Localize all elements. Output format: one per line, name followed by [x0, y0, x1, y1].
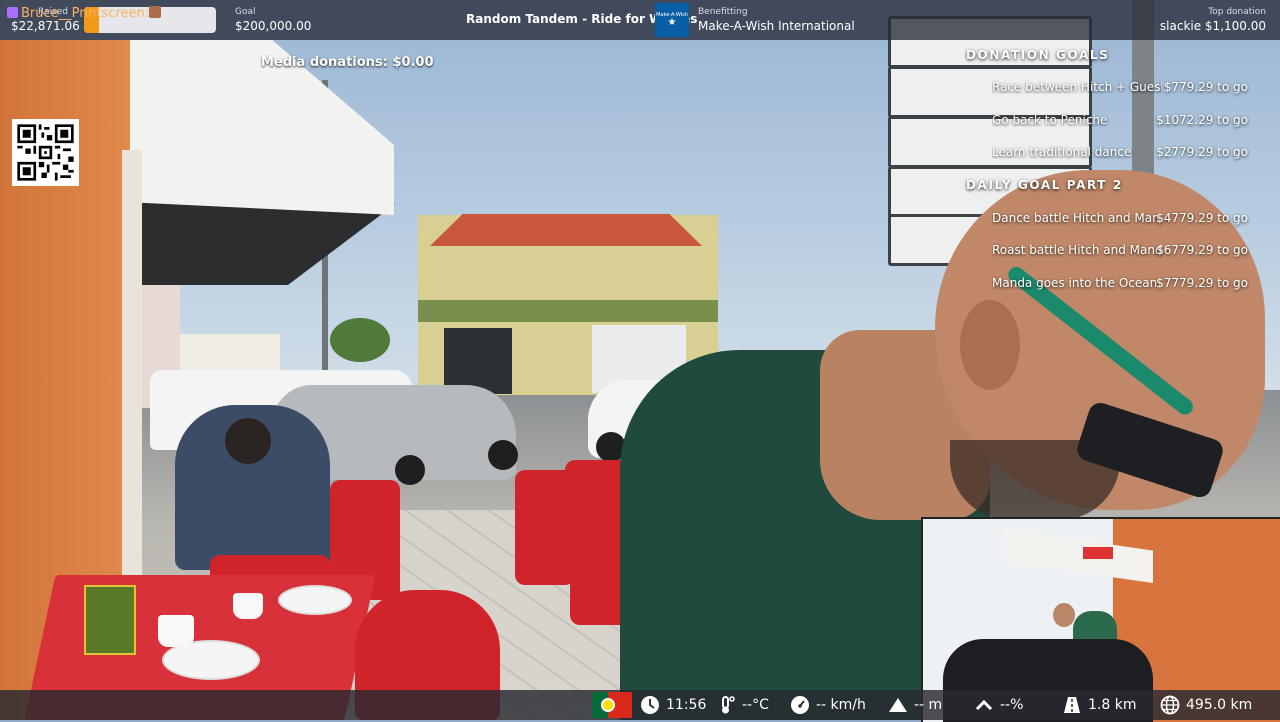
goal-item: Dance battle Hitch and Man... $4779.29 t…	[966, 211, 1266, 244]
road-icon	[1062, 695, 1082, 715]
goal-amount: $4779.29 to go	[1156, 210, 1248, 225]
cup	[233, 593, 263, 619]
daily-goal-heading: DAILY GOAL PART 2	[966, 177, 1123, 192]
altitude-value: -- m	[914, 697, 943, 713]
walk-distance-value: 1.8 km	[1088, 697, 1137, 713]
top-donation-label: Top donation	[1208, 7, 1266, 17]
top-donation-value: slackie $1,100.00	[1159, 19, 1266, 33]
goal-value: $200,000.00	[235, 19, 312, 33]
thermometer-icon	[716, 695, 736, 715]
total-distance-value: 495.0 km	[1186, 697, 1253, 713]
walk-distance-readout: 1.8 km	[1062, 690, 1136, 720]
media-donations: Media donations: $0.00	[261, 55, 434, 70]
star-icon: ★	[667, 17, 677, 28]
goal-item: Roast battle Hitch and Manda $6779.29 to…	[966, 243, 1266, 276]
goal-label: Goal	[235, 7, 256, 17]
speed-readout: -- km/h	[790, 690, 866, 720]
inset-person-head	[1053, 603, 1075, 627]
donation-top-bar: Raised $22,871.06 Goal $200,000.00 Rando…	[0, 0, 1280, 40]
incline-value: --%	[1000, 697, 1024, 713]
building-balcony	[418, 300, 718, 322]
temperature-readout: --°C	[716, 690, 769, 720]
tree	[330, 318, 390, 362]
qr-code-icon[interactable]	[12, 119, 79, 186]
incline-icon	[974, 695, 994, 715]
make-a-wish-logo: Make-A-Wish ★	[655, 3, 689, 37]
globe-icon	[1160, 695, 1180, 715]
donation-goals-heading: DONATION GOALS	[966, 48, 1110, 62]
cup	[158, 615, 194, 647]
speedometer-icon	[790, 695, 810, 715]
wheel	[488, 440, 518, 470]
goal-name: Go back to Peniche	[992, 112, 1108, 127]
wheel	[395, 455, 425, 485]
goal-item: Race between Hitch + Guest $779.29 to go	[966, 80, 1266, 113]
goal-amount: $779.29 to go	[1163, 80, 1248, 94]
flag-emblem	[601, 698, 615, 712]
goal-stat: Goal $200,000.00	[235, 7, 311, 34]
building-roof	[430, 214, 702, 246]
goal-item: Learn traditional dance $2779.29 to go	[966, 145, 1266, 178]
altitude-readout: -- m	[888, 690, 942, 720]
chat-message: Bruce__Printscreen:	[7, 6, 162, 21]
portugal-flag-icon	[592, 692, 632, 718]
donation-goals-panel: DONATION GOALS Race between Hitch + Gues…	[966, 48, 1266, 308]
inset-shop-sign	[1083, 547, 1113, 559]
goal-amount: $7779.29 to go	[1156, 275, 1248, 290]
benefitting-stat: Benefitting Make-A-Wish International	[698, 7, 855, 34]
goal-name: Learn traditional dance	[992, 145, 1132, 159]
twitch-badge-icon	[7, 7, 18, 18]
charity-name: Make-A-Wish International	[698, 19, 855, 33]
goal-name: Race between Hitch + Guest	[992, 80, 1162, 94]
goal-name: Manda goes into the Ocean	[992, 275, 1158, 290]
person-head	[225, 418, 271, 464]
goal-amount: $2779.29 to go	[1156, 145, 1248, 159]
speed-value: -- km/h	[816, 697, 866, 713]
goal-name: Roast battle Hitch and Manda	[992, 243, 1162, 257]
goal-name: Dance battle Hitch and Man...	[992, 210, 1162, 225]
time-value: 11:56	[666, 697, 707, 713]
time-readout: 11:56	[640, 690, 706, 720]
qr-code-graphic	[12, 119, 79, 186]
benefitting-label: Benefitting	[698, 7, 748, 17]
rider-ear	[960, 300, 1020, 390]
temperature-value: --°C	[742, 697, 769, 713]
goal-item: Go back to Peniche $1072.29 to go	[966, 113, 1266, 146]
total-distance-readout: 495.0 km	[1160, 690, 1252, 720]
top-donation-stat: Top donation slackie $1,100.00	[1160, 7, 1266, 34]
goal-amount: $6779.29 to go	[1156, 243, 1248, 257]
clock-icon	[640, 695, 660, 715]
goal-item: Manda goes into the Ocean $7779.29 to go	[966, 276, 1266, 309]
tabletop-sign	[84, 585, 136, 655]
chat-username: Bruce__Printscreen:	[21, 6, 150, 21]
incline-readout: --%	[974, 690, 1023, 720]
plate	[278, 585, 352, 615]
emote-icon	[149, 6, 162, 18]
goal-amount: $1072.29 to go	[1156, 112, 1248, 127]
mountain-icon	[888, 695, 908, 715]
